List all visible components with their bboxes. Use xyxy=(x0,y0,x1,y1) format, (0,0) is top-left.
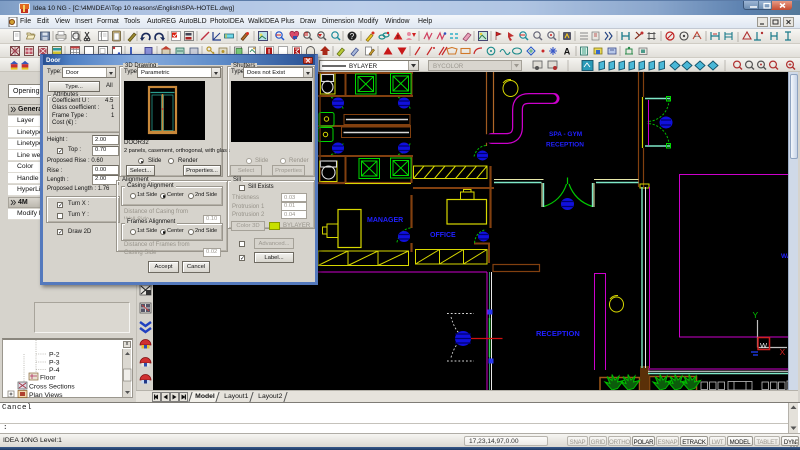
svg-text:MANAGER: MANAGER xyxy=(367,217,403,224)
svg-text:RECEPTION: RECEPTION xyxy=(546,142,584,149)
svg-text:Plan Views: Plan Views xyxy=(29,392,63,398)
svg-text:SPA - GYM: SPA - GYM xyxy=(549,131,582,138)
svg-text:X: X xyxy=(780,347,786,357)
svg-text:?: ? xyxy=(350,32,355,41)
svg-text:P-2: P-2 xyxy=(49,352,60,359)
svg-text:OFFICE: OFFICE xyxy=(430,232,456,239)
svg-text:Cross Sections: Cross Sections xyxy=(29,384,75,391)
svg-text:Floor: Floor xyxy=(40,375,56,382)
svg-text:WA: WA xyxy=(781,253,788,260)
svg-text:P-3: P-3 xyxy=(49,360,60,367)
svg-text:W: W xyxy=(760,341,768,350)
svg-text:A: A xyxy=(564,47,571,57)
svg-text:P-4: P-4 xyxy=(49,367,60,374)
svg-text:RECEPTION: RECEPTION xyxy=(536,329,580,338)
svg-text:Y: Y xyxy=(753,310,759,320)
